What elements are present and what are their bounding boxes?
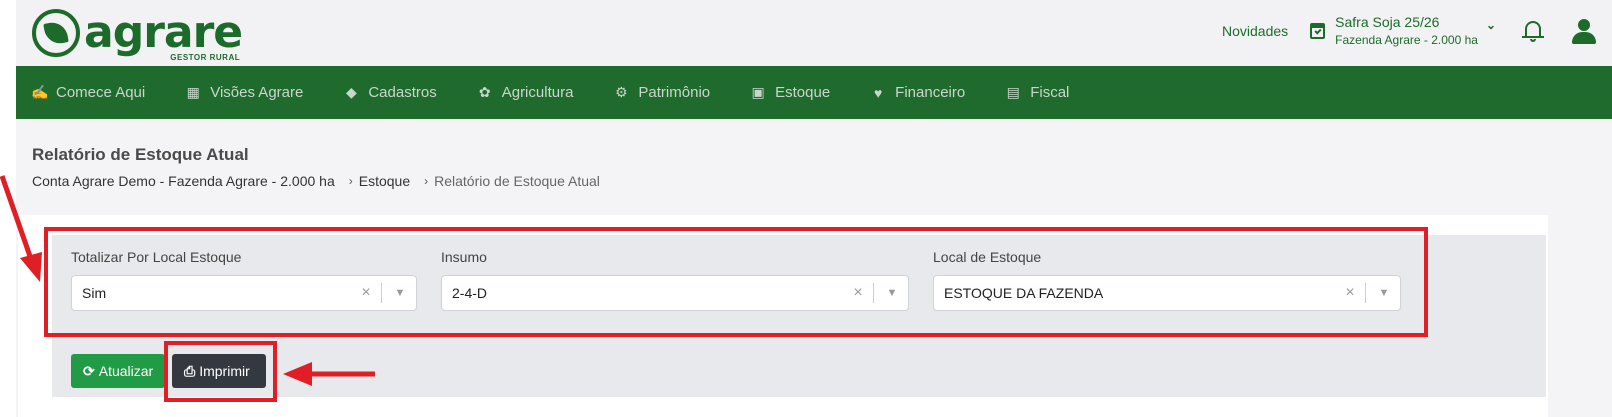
arrow-pointing-filters bbox=[0, 175, 42, 282]
annotation-arrows bbox=[0, 175, 375, 386]
arrow-pointing-print bbox=[283, 362, 375, 386]
